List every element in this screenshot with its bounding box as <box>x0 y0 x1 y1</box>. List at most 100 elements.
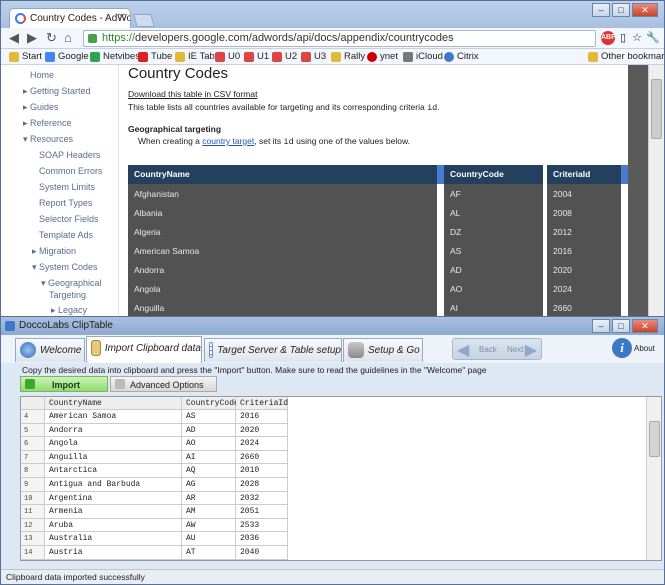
reload-icon[interactable]: ↻ <box>46 31 57 45</box>
grid-cell[interactable]: Anguilla <box>45 450 182 465</box>
grid-cell[interactable]: AW <box>182 518 236 533</box>
grid-cell[interactable]: Australia <box>45 532 182 546</box>
adblock-icon[interactable]: ABP <box>601 31 616 45</box>
grid-cell[interactable]: Angola <box>45 437 182 451</box>
grid-cell[interactable]: 2660 <box>236 450 288 465</box>
grid-cell[interactable]: AO <box>182 437 236 451</box>
grid-cell[interactable]: 2533 <box>236 518 288 533</box>
browser-tab[interactable]: Country Codes - AdWords ✕ <box>9 8 131 29</box>
star-bookmark-icon[interactable]: ☆ <box>630 31 644 45</box>
home-icon[interactable]: ⌂ <box>64 31 72 45</box>
grid-cell[interactable]: AQ <box>182 464 236 478</box>
grid-cell[interactable]: Andorra <box>45 423 182 438</box>
bookmark-u0[interactable]: U0 <box>215 51 240 62</box>
bookmark-u3[interactable]: U3 <box>301 51 326 62</box>
tab-setup-go[interactable]: Setup & Go <box>343 338 423 362</box>
grid-cell[interactable]: 2024 <box>236 437 288 451</box>
grid-cell[interactable]: Antigua and Barbuda <box>45 478 182 492</box>
nav-guides[interactable]: ▸ Guides <box>23 102 59 113</box>
nav-geographical[interactable]: ▾ Geographical <box>41 278 102 289</box>
grid-cell[interactable]: Antarctica <box>45 464 182 478</box>
forward-icon[interactable]: ▶ <box>27 31 37 45</box>
grid-cell[interactable]: American Samoa <box>45 410 182 424</box>
next-button[interactable]: Next <box>507 345 523 354</box>
nav-migration[interactable]: ▸ Migration <box>32 246 76 257</box>
address-bar[interactable]: https://developers.google.com/adwords/ap… <box>83 30 596 47</box>
close-window-button[interactable]: ✕ <box>632 3 658 17</box>
nav-common-errors[interactable]: Common Errors <box>39 166 103 176</box>
next-arrow-icon[interactable]: ▶ <box>525 340 537 360</box>
nav-getting-started[interactable]: ▸ Getting Started <box>23 86 91 97</box>
grid-cell[interactable]: 2032 <box>236 491 288 506</box>
new-tab-button[interactable] <box>133 14 155 27</box>
grid-cell[interactable]: Aruba <box>45 518 182 533</box>
bookmark-rally[interactable]: Rally <box>331 51 365 62</box>
browser-scrollbar[interactable] <box>648 65 664 316</box>
bookmark-u1[interactable]: U1 <box>244 51 269 62</box>
nav-home[interactable]: Home <box>30 70 54 80</box>
back-button[interactable]: Back <box>479 345 497 354</box>
grid-header-criteriaid[interactable]: CriteriaId <box>236 397 288 410</box>
close-tab-icon[interactable]: ✕ <box>118 12 126 23</box>
scrollbar-thumb[interactable] <box>651 79 662 139</box>
phone-icon[interactable]: ▯ <box>616 31 630 45</box>
grid-cell[interactable]: 2016 <box>236 410 288 424</box>
nav-system-limits[interactable]: System Limits <box>39 182 95 192</box>
bookmark-citrix[interactable]: Citrix <box>444 51 479 62</box>
nav-legacy[interactable]: ▸ Legacy <box>51 305 87 316</box>
grid-cell[interactable]: AT <box>182 546 236 560</box>
grid-cell[interactable]: AU <box>182 532 236 546</box>
grid-cell[interactable]: AG <box>182 478 236 492</box>
nav-resources[interactable]: ▾ Resources <box>23 134 73 145</box>
bookmark-tube[interactable]: Tube <box>138 51 172 62</box>
bookmark-ietab[interactable]: IE Tab <box>175 51 215 62</box>
advanced-options-button[interactable]: Advanced Options <box>110 376 217 392</box>
bookmark-u2[interactable]: U2 <box>272 51 297 62</box>
close-window-button[interactable]: ✕ <box>632 319 658 333</box>
wrench-menu-icon[interactable]: 🔧 <box>646 31 660 45</box>
other-bookmarks[interactable]: Other bookmarks <box>588 51 665 62</box>
grid-cell[interactable]: Austria <box>45 546 182 560</box>
nav-soap-headers[interactable]: SOAP Headers <box>39 150 100 160</box>
grid-header-countryname[interactable]: CountryName <box>45 397 182 410</box>
grid-cell[interactable]: 2020 <box>236 423 288 438</box>
grid-scrollbar-thumb[interactable] <box>649 421 660 457</box>
bookmark-google[interactable]: Google <box>45 51 89 62</box>
grid-cell[interactable]: AD <box>182 423 236 438</box>
grid-cell[interactable]: AR <box>182 491 236 506</box>
minimize-button[interactable]: – <box>592 3 610 17</box>
minimize-button[interactable]: – <box>592 319 610 333</box>
about-button[interactable]: i About <box>610 338 658 360</box>
grid-cell[interactable]: 2036 <box>236 532 288 546</box>
grid-cell[interactable]: Armenia <box>45 505 182 519</box>
tab-target-server[interactable]: Target Server & Table setup <box>204 338 342 362</box>
back-icon[interactable]: ◀ <box>9 31 19 45</box>
grid-cell[interactable]: 2010 <box>236 464 288 478</box>
bookmark-icloud[interactable]: iCloud <box>403 51 443 62</box>
maximize-button[interactable]: □ <box>612 319 630 333</box>
back-arrow-icon[interactable]: ◀ <box>457 340 469 360</box>
grid-cell[interactable]: Argentina <box>45 491 182 506</box>
grid-header-countrycode[interactable]: CountryCode <box>182 397 239 410</box>
nav-system-codes[interactable]: ▾ System Codes <box>32 262 98 273</box>
grid-scrollbar[interactable] <box>646 397 661 560</box>
grid-cell[interactable]: AI <box>182 450 236 465</box>
nav-report-types[interactable]: Report Types <box>39 198 92 208</box>
tab-welcome[interactable]: Welcome <box>15 338 85 362</box>
grid-cell[interactable]: AS <box>182 410 236 424</box>
import-button[interactable]: Import <box>20 376 108 392</box>
nav-reference[interactable]: ▸ Reference <box>23 118 72 129</box>
grid-cell[interactable]: 2040 <box>236 546 288 560</box>
bookmark-netvibes[interactable]: Netvibes <box>90 51 140 62</box>
nav-selector-fields[interactable]: Selector Fields <box>39 214 99 224</box>
country-target-link[interactable]: country target <box>202 136 254 146</box>
bookmark-start[interactable]: Start <box>9 51 42 62</box>
grid-cell[interactable]: 2028 <box>236 478 288 492</box>
csv-download-link[interactable]: Download this table in CSV format <box>128 89 257 99</box>
nav-targeting[interactable]: Targeting <box>49 290 86 300</box>
tab-import-clipboard[interactable]: Import Clipboard data <box>86 336 202 363</box>
maximize-button[interactable]: □ <box>612 3 630 17</box>
nav-template-ads[interactable]: Template Ads <box>39 230 93 240</box>
grid-cell[interactable]: 2051 <box>236 505 288 519</box>
bookmark-ynet[interactable]: ynet <box>367 51 398 62</box>
